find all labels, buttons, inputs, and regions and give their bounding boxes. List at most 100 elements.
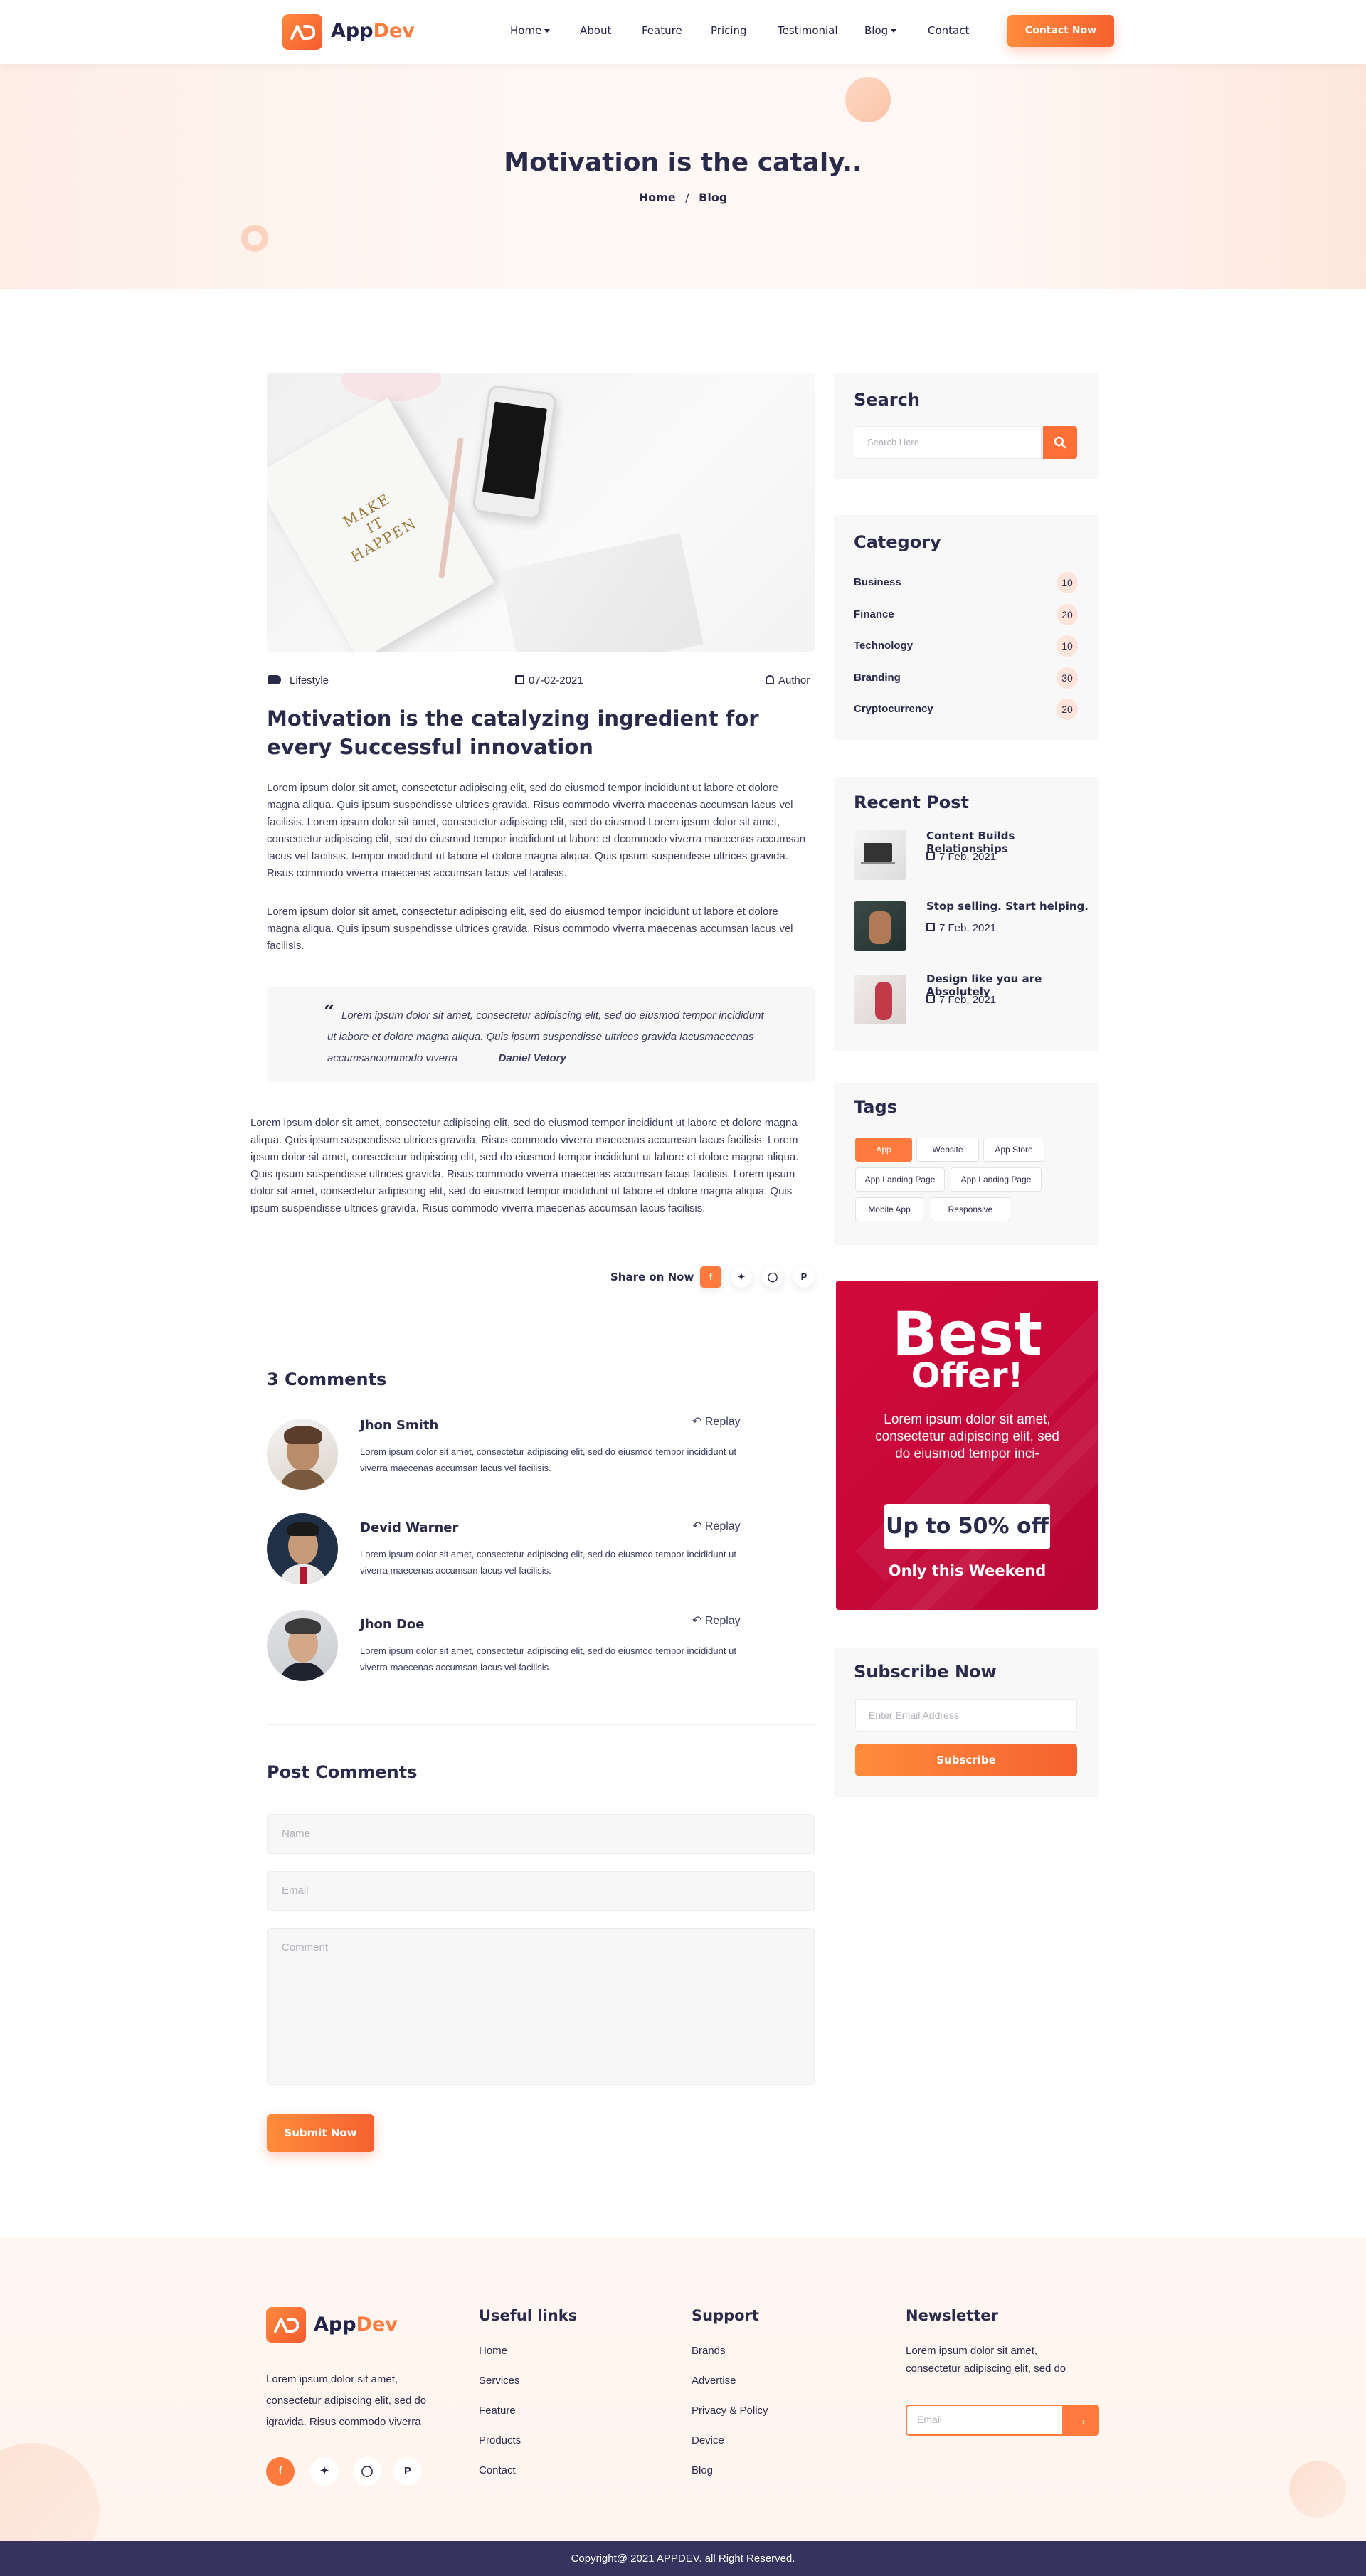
copyright-bar: Copyright@ 2021 APPDEV. all Right Reserv… bbox=[0, 2541, 1366, 2576]
reply-button[interactable]: ↶ Replay bbox=[692, 1519, 741, 1533]
subscribe-widget: Subscribe Now Enter Email Address Subscr… bbox=[834, 1648, 1099, 1797]
comment-textarea[interactable]: Comment bbox=[267, 1928, 815, 2085]
pinterest-icon[interactable]: P bbox=[793, 1266, 815, 1288]
subscribe-email-input[interactable]: Enter Email Address bbox=[855, 1699, 1077, 1732]
submit-button[interactable]: Submit Now bbox=[267, 2114, 374, 2152]
newsletter-email-input[interactable]: Email bbox=[906, 2405, 1064, 2436]
avatar bbox=[267, 1513, 338, 1584]
recent-post-date: 7 Feb, 2021 bbox=[926, 851, 996, 863]
footer-link[interactable]: Services bbox=[479, 2375, 520, 2387]
footer-link[interactable]: Contact bbox=[479, 2464, 516, 2476]
footer-link[interactable]: Feature bbox=[479, 2405, 516, 2417]
footer-about-text: Lorem ipsum dolor sit amet, consectetur … bbox=[266, 2373, 427, 2428]
category-item[interactable]: Branding 30 bbox=[854, 667, 1078, 689]
name-field[interactable]: Name bbox=[267, 1814, 815, 1854]
category-label: Branding bbox=[854, 672, 901, 684]
nav-pricing[interactable]: Pricing bbox=[711, 24, 747, 37]
nav-contact[interactable]: Contact bbox=[928, 24, 969, 37]
facebook-icon[interactable]: f bbox=[700, 1266, 721, 1288]
reply-label: Replay bbox=[704, 1520, 741, 1532]
subscribe-button[interactable]: Subscribe bbox=[855, 1744, 1077, 1776]
chevron-down-icon bbox=[891, 29, 897, 33]
recent-post-thumbnail[interactable] bbox=[854, 830, 906, 880]
arrow-right-icon[interactable]: → bbox=[1062, 2405, 1099, 2436]
nav-blog-label: Blog bbox=[864, 24, 889, 37]
decor-circle bbox=[845, 77, 891, 122]
recent-post-title[interactable]: Stop selling. Start helping. bbox=[926, 900, 1089, 913]
recent-post-thumbnail[interactable] bbox=[854, 975, 906, 1024]
reply-button[interactable]: ↶ Replay bbox=[692, 1414, 741, 1429]
footer-link[interactable]: Privacy & Policy bbox=[692, 2405, 768, 2417]
pinterest-icon[interactable]: P bbox=[393, 2457, 422, 2486]
nav-testimonial[interactable]: Testimonial bbox=[778, 24, 838, 37]
reply-button[interactable]: ↶ Replay bbox=[692, 1613, 741, 1628]
email-field[interactable]: Email bbox=[267, 1871, 815, 1911]
decor-ring bbox=[241, 225, 268, 252]
share-label: Share on Now bbox=[610, 1271, 694, 1283]
tag-chip[interactable]: App Landing Page bbox=[855, 1167, 945, 1192]
nav-blog[interactable]: Blog bbox=[864, 24, 897, 37]
footer-link[interactable]: Brands bbox=[692, 2345, 726, 2357]
nav-feature[interactable]: Feature bbox=[642, 24, 682, 37]
category-item[interactable]: Cryptocurrency 20 bbox=[854, 699, 1078, 720]
category-label: Finance bbox=[854, 608, 894, 620]
offer-footer: Only this Weekend bbox=[888, 1562, 1047, 1579]
decor-circle bbox=[1289, 2461, 1346, 2518]
twitter-icon[interactable]: ✦ bbox=[731, 1266, 752, 1288]
post-paragraph: Lorem ipsum dolor sit amet, consectetur … bbox=[250, 1117, 799, 1214]
offer-discount: Up to 50% off bbox=[884, 1504, 1050, 1549]
tag-chip[interactable]: Website bbox=[916, 1138, 979, 1162]
category-item[interactable]: Finance 20 bbox=[854, 604, 1078, 625]
tag-chip[interactable]: App bbox=[855, 1138, 912, 1162]
logo-mark[interactable] bbox=[282, 14, 322, 50]
facebook-icon[interactable]: f bbox=[266, 2457, 295, 2486]
post-author[interactable]: Author bbox=[766, 674, 810, 687]
category-item[interactable]: Business 10 bbox=[854, 572, 1078, 593]
footer-logo-text[interactable]: AppDev bbox=[314, 2313, 398, 2336]
post-featured-image: MAKE IT HAPPEN bbox=[267, 373, 815, 652]
post-category[interactable]: Lifestyle bbox=[268, 674, 329, 687]
category-widget: Category Business 10 Finance 20 Technology… bbox=[834, 515, 1099, 740]
footer-link[interactable]: Blog bbox=[692, 2464, 713, 2476]
logo-text[interactable]: AppDev bbox=[331, 20, 415, 42]
search-button[interactable] bbox=[1043, 426, 1077, 459]
recent-post-thumbnail[interactable] bbox=[854, 901, 906, 951]
category-item[interactable]: Technology 10 bbox=[854, 635, 1078, 657]
category-count: 10 bbox=[1057, 572, 1078, 593]
user-icon bbox=[766, 675, 774, 684]
phone-image bbox=[471, 384, 558, 521]
nav-home[interactable]: Home bbox=[510, 24, 551, 37]
nav-about[interactable]: About bbox=[580, 24, 611, 37]
quote-text: Lorem ipsum dolor sit amet, consectetur … bbox=[327, 1005, 775, 1069]
breadcrumb: Home / Blog bbox=[0, 191, 1366, 204]
search-icon bbox=[1054, 436, 1066, 449]
instagram-icon[interactable]: ◯ bbox=[353, 2457, 381, 2486]
category-count: 20 bbox=[1057, 699, 1078, 720]
offer-banner[interactable]: Best Offer! Lorem ipsum dolor sit amet, … bbox=[836, 1281, 1098, 1610]
footer-heading: Useful links bbox=[479, 2307, 578, 2324]
footer-heading: Support bbox=[692, 2307, 759, 2324]
notebook-image: MAKE IT HAPPEN bbox=[267, 398, 495, 652]
footer-link[interactable]: Device bbox=[692, 2434, 724, 2447]
comment-text: Lorem ipsum dolor sit amet, consectetur … bbox=[360, 1549, 736, 1576]
footer-logo-mark[interactable] bbox=[266, 2307, 306, 2343]
comment-text: Lorem ipsum dolor sit amet, consectetur … bbox=[360, 1446, 736, 1473]
nav-home-label: Home bbox=[510, 24, 542, 37]
footer-link[interactable]: Products bbox=[479, 2434, 521, 2447]
search-input[interactable]: Search Here bbox=[854, 426, 1042, 459]
breadcrumb-home[interactable]: Home bbox=[639, 191, 676, 204]
category-label: Cryptocurrency bbox=[854, 703, 933, 715]
tag-chip[interactable]: App Landing Page bbox=[951, 1167, 1042, 1192]
recent-post-date-label: 7 Feb, 2021 bbox=[939, 851, 997, 863]
post-title: Motivation is the catalyzing ingredient … bbox=[267, 706, 759, 759]
footer-link[interactable]: Advertise bbox=[692, 2375, 736, 2387]
tag-chip[interactable]: App Store bbox=[983, 1138, 1044, 1162]
tag-chip[interactable]: Responsive bbox=[931, 1197, 1010, 1221]
contact-now-button[interactable]: Contact Now bbox=[1007, 15, 1114, 47]
twitter-icon[interactable]: ✦ bbox=[310, 2457, 339, 2486]
instagram-icon[interactable]: ◯ bbox=[762, 1266, 783, 1288]
logo-icon bbox=[290, 25, 315, 40]
footer-link[interactable]: Home bbox=[479, 2345, 507, 2357]
tag-chip[interactable]: Mobile App bbox=[855, 1197, 923, 1221]
reply-label: Replay bbox=[704, 1615, 741, 1627]
